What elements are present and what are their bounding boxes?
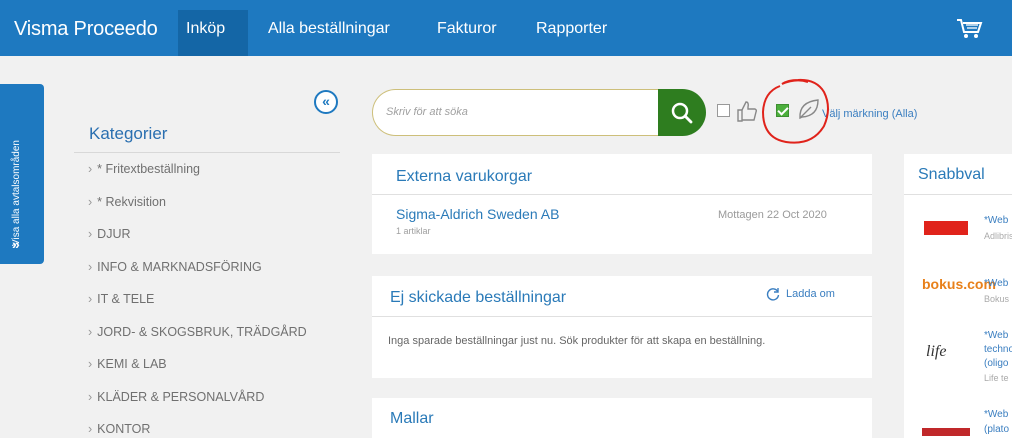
quick-choice-link[interactable]: *Web bbox=[984, 409, 1008, 420]
annotation-red-circle bbox=[761, 78, 829, 144]
expand-chevron-icon[interactable]: » bbox=[12, 236, 20, 252]
nav-inkop[interactable]: Inköp bbox=[186, 20, 225, 38]
category-item[interactable]: › KONTOR bbox=[88, 422, 307, 438]
category-item[interactable]: › INFO & MARKNADSFÖRING bbox=[88, 260, 307, 293]
templates-title: Mallar bbox=[390, 410, 434, 427]
category-list: › * Fritextbeställning › * Rekvisition › DJ… bbox=[88, 162, 307, 438]
quick-choice-link[interactable]: *Web bbox=[984, 278, 1008, 289]
card-divider bbox=[372, 316, 872, 317]
card-divider bbox=[372, 194, 872, 195]
category-item[interactable]: › * Rekvisition bbox=[88, 195, 307, 228]
quick-choice-link[interactable]: *Web bbox=[984, 215, 1008, 226]
quick-choice-title: Snabbval bbox=[918, 166, 985, 183]
reload-link[interactable]: Ladda om bbox=[786, 288, 835, 300]
adlibris-logo[interactable] bbox=[924, 221, 968, 235]
collapse-categories-button[interactable]: « bbox=[314, 90, 338, 114]
thumbs-up-icon bbox=[737, 101, 758, 122]
external-cart-supplier-link[interactable]: Sigma-Aldrich Sweden AB bbox=[396, 206, 559, 222]
quick-choice-link-line2[interactable]: techno bbox=[984, 344, 1012, 355]
show-all-contract-areas-tab[interactable] bbox=[0, 84, 44, 264]
quick-choice-link-line2[interactable]: (plato bbox=[984, 424, 1009, 435]
supplier-logo[interactable] bbox=[922, 428, 970, 436]
nav-fakturor[interactable]: Fakturor bbox=[437, 20, 497, 38]
category-item[interactable]: › * Fritextbeställning bbox=[88, 162, 307, 195]
search-button[interactable] bbox=[658, 89, 706, 136]
favorites-checkbox[interactable] bbox=[717, 104, 730, 117]
categories-divider bbox=[74, 152, 340, 153]
quick-choice-sub: Bokus bbox=[984, 294, 1010, 304]
sidetab-label: Visa alla avtalsområden bbox=[11, 140, 22, 246]
category-item[interactable]: › JORD- & SKOGSBRUK, TRÄDGÅRD bbox=[88, 325, 307, 358]
category-item[interactable]: › KLÄDER & PERSONALVÅRD bbox=[88, 390, 307, 423]
nav-alla-bestallningar[interactable]: Alla beställningar bbox=[268, 20, 390, 38]
external-carts-title: Externa varukorgar bbox=[396, 168, 533, 185]
brand-logo[interactable]: Visma Proceedo bbox=[14, 18, 158, 41]
category-item[interactable]: › KEMI & LAB bbox=[88, 357, 307, 390]
search-placeholder: Skriv för att söka bbox=[386, 106, 468, 118]
quick-choice-sub: Life te bbox=[984, 373, 1009, 383]
templates-card bbox=[372, 398, 872, 438]
quick-choice-sub: Adlibris bbox=[984, 231, 1012, 241]
category-item[interactable]: › IT & TELE bbox=[88, 292, 307, 325]
nav-rapporter[interactable]: Rapporter bbox=[536, 20, 607, 38]
external-cart-item-count: 1 artiklar bbox=[396, 226, 431, 236]
unsent-orders-title: Ej skickade beställningar bbox=[390, 289, 567, 306]
life-technologies-logo[interactable]: life bbox=[926, 343, 946, 361]
external-cart-received-date: Mottagen 22 Oct 2020 bbox=[718, 209, 827, 221]
cart-icon[interactable] bbox=[954, 14, 984, 42]
no-saved-orders-message: Inga sparade beställningar just nu. Sök … bbox=[388, 335, 766, 347]
card-divider bbox=[904, 194, 1012, 195]
category-item[interactable]: › DJUR bbox=[88, 227, 307, 260]
categories-title: Kategorier bbox=[89, 124, 168, 143]
search-icon bbox=[671, 102, 693, 124]
quick-choice-link[interactable]: *Web bbox=[984, 330, 1008, 341]
reload-icon[interactable] bbox=[766, 287, 780, 301]
quick-choice-link-line3[interactable]: (oligo bbox=[984, 358, 1008, 369]
